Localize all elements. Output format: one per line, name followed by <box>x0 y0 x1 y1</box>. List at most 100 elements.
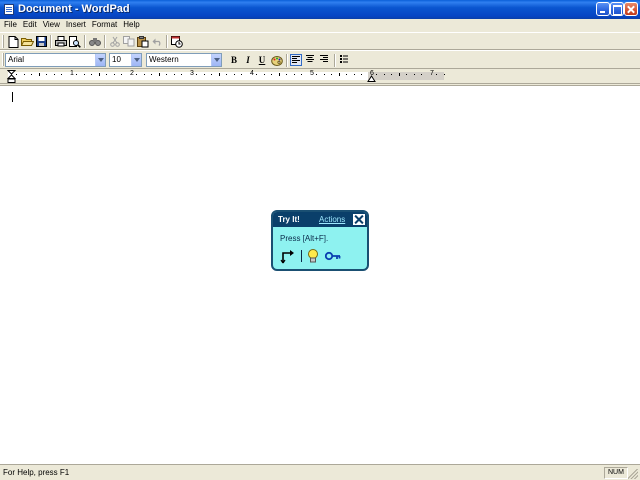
ruler-dot <box>346 74 347 75</box>
font-size-combo[interactable]: 10 <box>109 53 142 67</box>
ruler-dot <box>331 74 332 75</box>
close-button[interactable] <box>624 2 638 16</box>
menu-view[interactable]: View <box>40 19 63 31</box>
menu-format[interactable]: Format <box>89 19 120 31</box>
toolbar-separator <box>286 54 288 67</box>
lightbulb-icon[interactable] <box>307 248 319 264</box>
bold-button[interactable]: B <box>228 54 240 66</box>
popup-title: Try It! <box>278 215 300 224</box>
ruler-dot <box>174 74 175 75</box>
font-script-combo[interactable]: Western <box>146 53 222 67</box>
ruler-dot <box>361 74 362 75</box>
italic-button[interactable]: I <box>242 54 254 66</box>
popup-instruction: Press [Alt+F]. <box>280 234 329 243</box>
ruler-dot <box>181 74 182 75</box>
insert-date-time-icon <box>171 35 183 48</box>
ruler-dot <box>256 74 257 75</box>
ruler[interactable]: 1 2 3 4 5 6 7 <box>0 70 640 84</box>
color-palette-icon <box>271 55 283 66</box>
menu-file[interactable]: File <box>1 19 20 31</box>
toolbar-separator <box>334 54 336 67</box>
ruler-number: 2 <box>130 70 134 77</box>
ruler-tick <box>339 73 340 76</box>
font-name-combo[interactable]: Arial <box>5 53 106 67</box>
ruler-dot <box>151 74 152 75</box>
underline-button[interactable]: U <box>256 54 268 66</box>
new-button[interactable] <box>6 35 20 48</box>
ruler-number: 7 <box>430 70 434 77</box>
resize-grip[interactable] <box>628 469 638 479</box>
maximize-button[interactable] <box>610 2 624 16</box>
popup-tools <box>280 248 341 264</box>
cut-button[interactable] <box>108 35 122 48</box>
document-area[interactable]: Try It! Actions Press [Alt+F]. <box>0 85 640 464</box>
toolbar-separator <box>84 35 86 48</box>
ruler-dot <box>84 74 85 75</box>
ruler-dot <box>204 74 205 75</box>
ruler-dot <box>414 74 415 75</box>
menu-help[interactable]: Help <box>120 19 142 31</box>
ruler-dot <box>46 74 47 75</box>
ruler-dot <box>421 74 422 75</box>
ruler-dot <box>91 74 92 75</box>
standard-toolbar <box>0 32 640 50</box>
copy-button[interactable] <box>122 35 136 48</box>
bullets-icon <box>340 55 348 63</box>
wordpad-icon[interactable] <box>4 4 14 15</box>
num-lock-indicator: NUM <box>604 467 628 479</box>
chevron-down-icon[interactable] <box>95 54 105 66</box>
paste-icon <box>137 35 149 47</box>
ruler-dot <box>444 74 445 75</box>
chevron-down-icon[interactable] <box>131 54 141 66</box>
status-help-text: For Help, press F1 <box>3 468 70 477</box>
menu-edit[interactable]: Edit <box>20 19 40 31</box>
toolbar-grip[interactable] <box>2 35 4 48</box>
save-button[interactable] <box>34 35 48 48</box>
ruler-number: 4 <box>250 70 254 77</box>
key-icon[interactable] <box>325 251 341 261</box>
ruler-tick <box>99 73 100 76</box>
ruler-dot <box>76 74 77 75</box>
ruler-number: 1 <box>70 70 74 77</box>
ruler-dot <box>166 74 167 75</box>
ruler-dot <box>196 74 197 75</box>
insert-date-time-button[interactable] <box>170 35 184 48</box>
align-left-button[interactable] <box>290 54 302 66</box>
ruler-tick <box>39 73 40 76</box>
ruler-dot <box>114 74 115 75</box>
align-right-button[interactable] <box>318 54 330 66</box>
print-preview-button[interactable] <box>68 35 82 48</box>
ruler-dot <box>226 74 227 75</box>
ruler-dot <box>24 74 25 75</box>
popup-close-button[interactable] <box>352 213 366 226</box>
ruler-number: 3 <box>190 70 194 77</box>
toolbar-grip[interactable] <box>2 53 4 66</box>
indent-marker-icon[interactable] <box>7 70 17 84</box>
print-icon <box>55 36 67 47</box>
undo-icon <box>152 38 160 46</box>
paste-button[interactable] <box>136 35 150 48</box>
save-icon <box>35 36 47 47</box>
open-button[interactable] <box>20 35 34 48</box>
font-size-value: 10 <box>112 55 121 64</box>
bullets-button[interactable] <box>338 54 350 66</box>
status-bar: For Help, press F1 NUM <box>0 464 640 480</box>
find-button[interactable] <box>88 35 102 48</box>
print-button[interactable] <box>54 35 68 48</box>
ruler-dot <box>31 74 32 75</box>
ruler-dot <box>54 74 55 75</box>
align-center-button[interactable] <box>304 54 316 66</box>
color-button[interactable] <box>270 54 284 67</box>
ruler-dot <box>391 74 392 75</box>
minimize-button[interactable] <box>596 2 610 16</box>
ruler-dot <box>271 74 272 75</box>
next-step-arrow-icon[interactable] <box>280 248 296 264</box>
actions-link[interactable]: Actions <box>319 215 345 224</box>
toolbar-separator <box>50 35 52 48</box>
menu-insert[interactable]: Insert <box>63 19 89 31</box>
align-center-icon <box>306 55 314 62</box>
undo-button[interactable] <box>150 35 164 48</box>
right-indent-marker-icon[interactable] <box>367 74 377 84</box>
ruler-tick <box>399 73 400 76</box>
chevron-down-icon[interactable] <box>211 54 221 66</box>
